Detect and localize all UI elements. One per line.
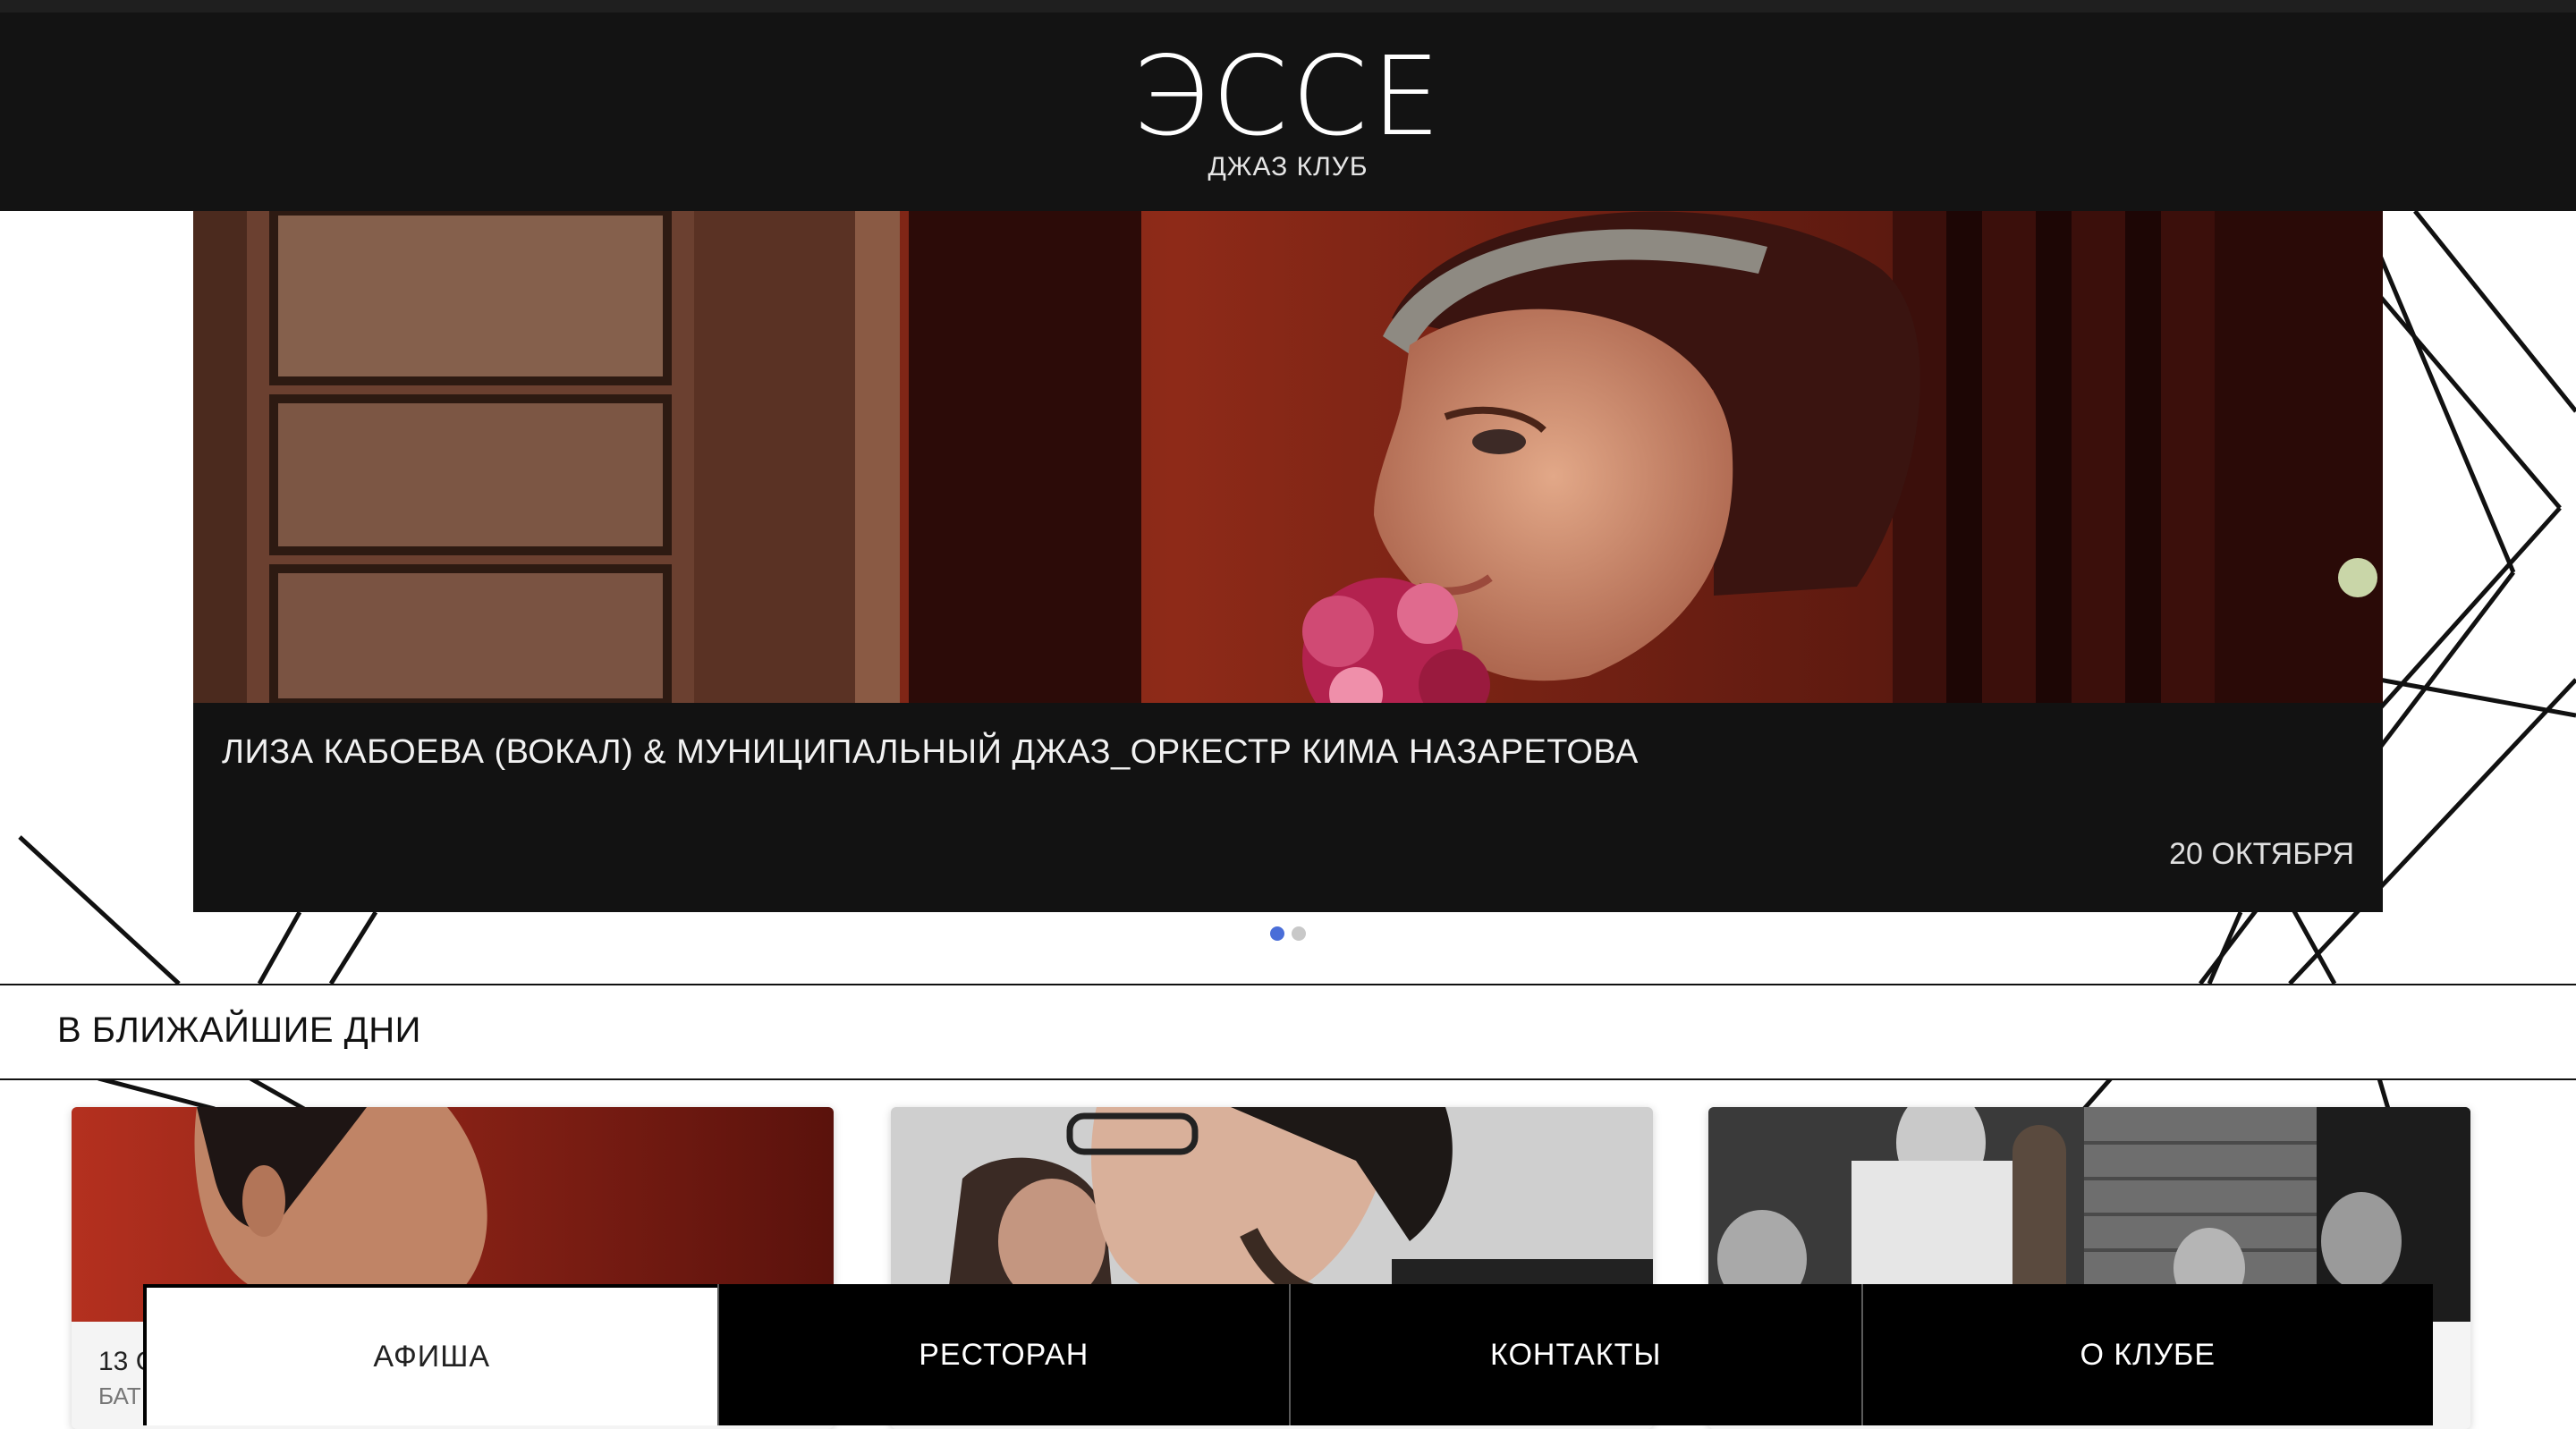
bottom-navigation: АФИША РЕСТОРАН КОНТАКТЫ О КЛУБЕ — [143, 1284, 2433, 1425]
slider-dot-2[interactable] — [1292, 926, 1306, 941]
slider-pagination — [1270, 926, 1306, 941]
nav-item-contacts[interactable]: КОНТАКТЫ — [1289, 1284, 1861, 1425]
nav-item-about[interactable]: О КЛУБЕ — [1860, 1284, 2434, 1425]
event-card-subtitle: БАТ — [98, 1382, 141, 1409]
club-logo[interactable]: ЭССЕ — [0, 34, 2576, 159]
event-title[interactable]: ЛИЗА КАБОЕВА (ВОКАЛ) & МУНИЦИПАЛЬНЫЙ ДЖА… — [222, 733, 1639, 772]
top-strip — [0, 0, 2576, 13]
nav-item-restaurant[interactable]: РЕСТОРАН — [716, 1284, 1290, 1425]
slide-photo[interactable] — [193, 211, 2383, 703]
upcoming-section-header: В БЛИЖАЙШИЕ ДНИ — [0, 984, 2576, 1080]
site-header: ЭССЕ ДЖАЗ КЛУБ — [0, 13, 2576, 211]
slide-caption[interactable]: ЛИЗА КАБОЕВА (ВОКАЛ) & МУНИЦИПАЛЬНЫЙ ДЖА… — [193, 703, 2383, 912]
slider-dot-1[interactable] — [1270, 926, 1284, 941]
event-slider[interactable]: ЛИЗА КАБОЕВА (ВОКАЛ) & МУНИЦИПАЛЬНЫЙ ДЖА… — [193, 211, 2383, 912]
singer-photo-illustration — [193, 211, 2383, 703]
nav-item-afisha[interactable]: АФИША — [147, 1288, 717, 1425]
event-date: 20 ОКТЯБРЯ — [2169, 837, 2354, 871]
section-title: В БЛИЖАЙШИЕ ДНИ — [57, 1010, 421, 1050]
club-subtitle: ДЖАЗ КЛУБ — [1208, 152, 1368, 182]
